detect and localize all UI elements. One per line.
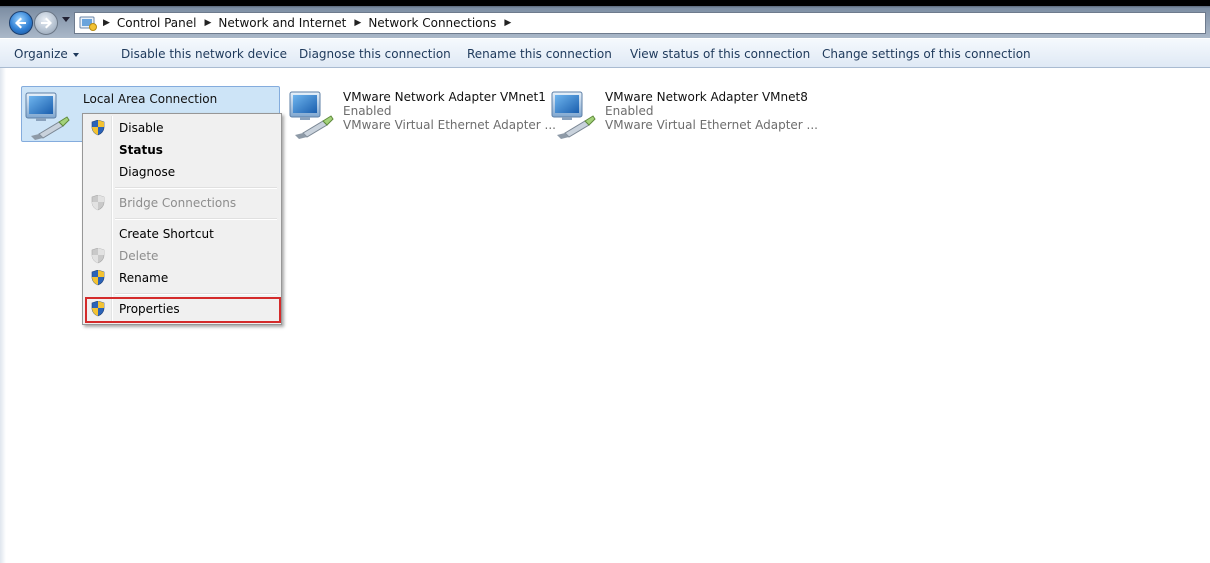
change-settings-button[interactable]: Change settings of this connection [822, 47, 1031, 61]
organize-label: Organize [14, 47, 68, 61]
uac-shield-icon [91, 120, 105, 136]
uac-shield-icon [91, 248, 105, 264]
context-menu: Disable Status Diagnose Bridge Connectio… [82, 113, 282, 325]
menu-item-label: Delete [119, 249, 159, 263]
menu-item-properties[interactable]: Properties [85, 297, 281, 323]
address-bar: ▶ Control Panel ▶ Network and Internet ▶… [0, 0, 1210, 38]
menu-separator [115, 293, 277, 295]
uac-shield-icon [91, 270, 105, 286]
connection-device: VMware Virtual Ethernet Adapter ... [605, 118, 818, 132]
organize-button[interactable]: Organize [14, 47, 79, 61]
menu-item-bridge-connections: Bridge Connections [85, 192, 279, 214]
back-button[interactable] [9, 11, 33, 35]
back-arrow-icon [15, 17, 26, 29]
menu-item-label: Status [119, 143, 163, 157]
network-adapter-icon [25, 92, 70, 141]
breadcrumb-separator-icon[interactable]: ▶ [354, 18, 361, 28]
menu-item-label: Properties [119, 302, 180, 316]
breadcrumb-separator-icon[interactable]: ▶ [205, 18, 212, 28]
menu-separator [115, 218, 277, 220]
highlight-box [85, 297, 281, 323]
forward-arrow-icon [41, 17, 52, 29]
menu-item-label: Diagnose [119, 165, 176, 179]
connection-device: VMware Virtual Ethernet Adapter ... [343, 118, 556, 132]
menu-item-create-shortcut[interactable]: Create Shortcut [85, 223, 279, 245]
menu-separator [115, 187, 277, 189]
breadcrumb-separator-icon[interactable]: ▶ [103, 18, 110, 28]
menu-item-label: Create Shortcut [119, 227, 214, 241]
connection-name: VMware Network Adapter VMnet1 [343, 90, 546, 104]
control-panel-icon [79, 16, 97, 31]
disable-device-button[interactable]: Disable this network device [121, 47, 287, 61]
menu-item-label: Rename [119, 271, 169, 285]
command-bar: Organize Disable this network device Dia… [0, 38, 1210, 68]
menu-item-rename[interactable]: Rename [85, 267, 279, 289]
address-field[interactable]: ▶ Control Panel ▶ Network and Internet ▶… [74, 12, 1206, 34]
menu-item-status[interactable]: Status [85, 139, 279, 161]
breadcrumb: ▶ Control Panel ▶ Network and Internet ▶… [103, 13, 518, 33]
chevron-down-icon [72, 52, 79, 57]
navigation-pane-edge [0, 68, 6, 563]
network-adapter-icon [551, 91, 596, 140]
menu-item-delete: Delete [85, 245, 279, 267]
menu-item-disable[interactable]: Disable [85, 117, 279, 139]
connection-status: Enabled [605, 104, 654, 118]
view-status-button[interactable]: View status of this connection [630, 47, 810, 61]
recent-pages-dropdown[interactable] [62, 17, 70, 22]
connection-name: VMware Network Adapter VMnet8 [605, 90, 808, 104]
connection-vmnet8[interactable]: VMware Network Adapter VMnet8 Enabled VM… [549, 86, 818, 142]
connection-status: Enabled [343, 104, 392, 118]
diagnose-connection-button[interactable]: Diagnose this connection [299, 47, 451, 61]
connection-vmnet1[interactable]: VMware Network Adapter VMnet1 Enabled VM… [287, 86, 556, 142]
menu-item-label: Bridge Connections [119, 196, 237, 210]
breadcrumb-network-connections[interactable]: Network Connections [368, 16, 496, 30]
rename-connection-button[interactable]: Rename this connection [467, 47, 612, 61]
menu-item-diagnose[interactable]: Diagnose [85, 161, 279, 183]
network-adapter-icon [289, 91, 334, 140]
uac-shield-icon [91, 195, 105, 211]
breadcrumb-network-and-internet[interactable]: Network and Internet [218, 16, 346, 30]
menu-item-label: Disable [119, 121, 164, 135]
forward-button[interactable] [34, 11, 58, 35]
uac-shield-icon [91, 301, 105, 317]
breadcrumb-control-panel[interactable]: Control Panel [117, 16, 197, 30]
connection-name: Local Area Connection [83, 92, 218, 106]
breadcrumb-separator-icon[interactable]: ▶ [504, 18, 511, 28]
